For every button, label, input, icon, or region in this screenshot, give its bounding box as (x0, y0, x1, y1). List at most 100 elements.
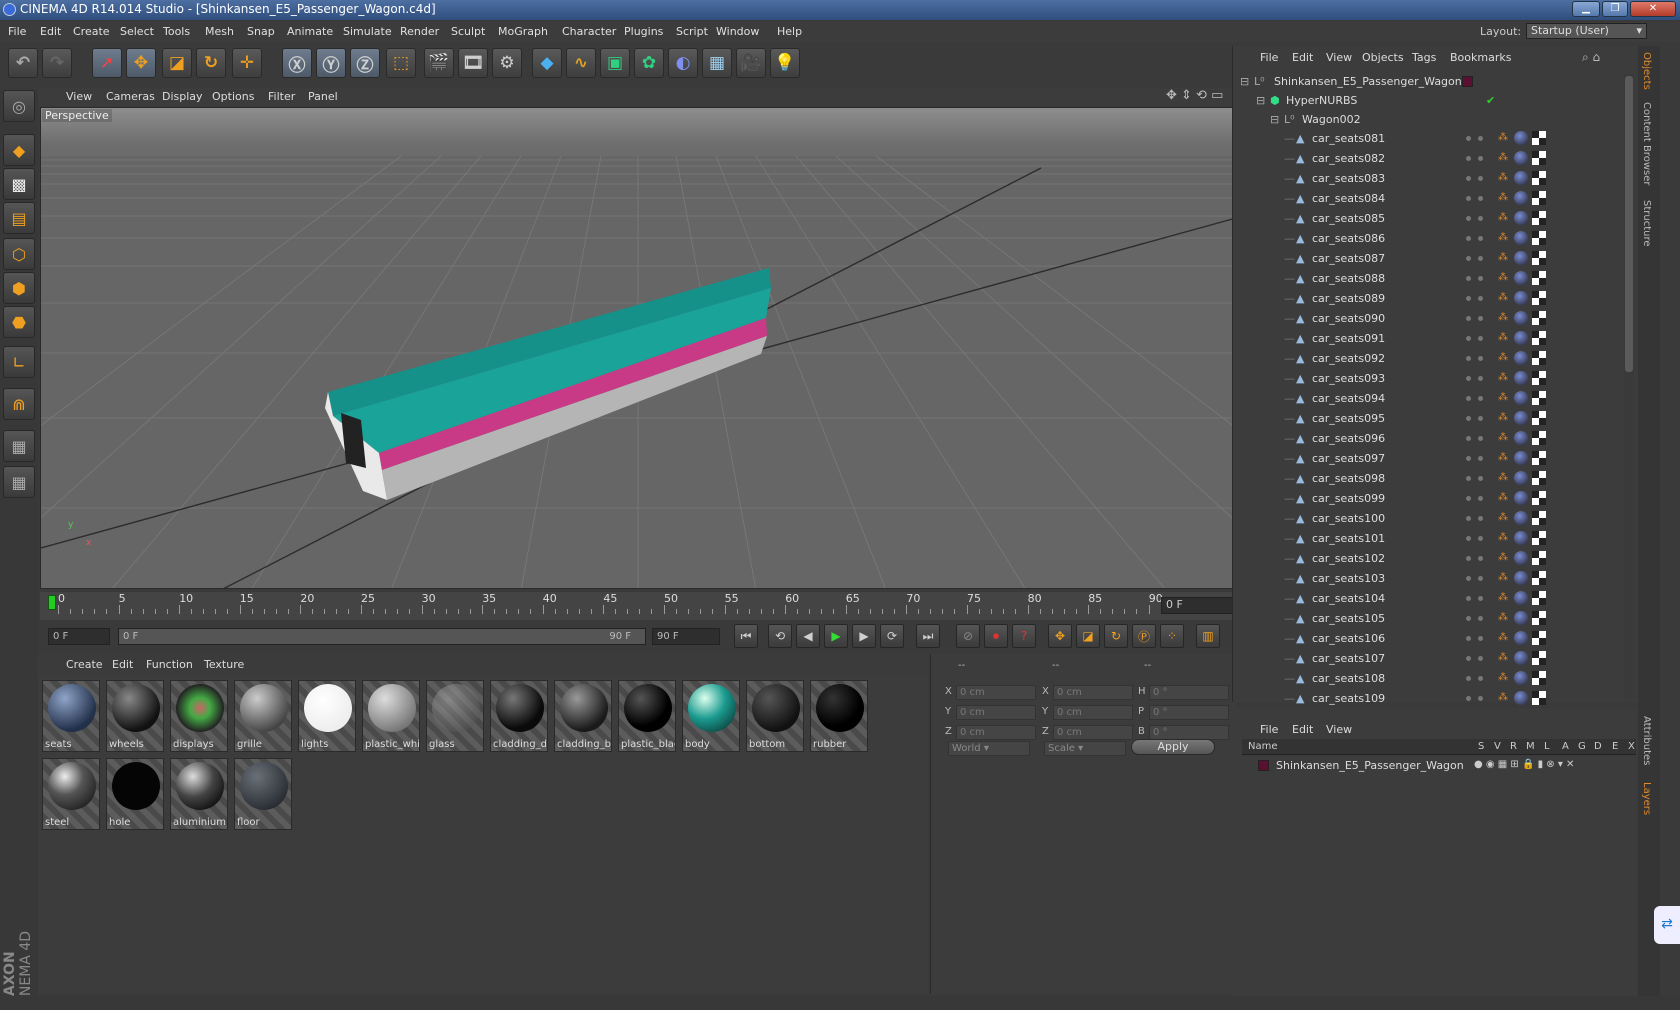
material-tag-icon[interactable] (1514, 571, 1528, 585)
editor-visibility-dot[interactable] (1466, 656, 1471, 661)
tree-row-object[interactable]: — ▲ car_seats092 ⁂ (1234, 349, 1622, 368)
texture-tag-icon[interactable] (1532, 131, 1546, 145)
coord-rotation-field[interactable]: 0 ° (1149, 725, 1229, 740)
phong-tag-icon[interactable]: ⁂ (1498, 612, 1510, 624)
layer-menu-file[interactable]: File (1260, 723, 1278, 736)
layout-select[interactable]: Startup (User) ▾ (1526, 23, 1647, 39)
material-tag-icon[interactable] (1514, 131, 1528, 145)
mat-menu-texture[interactable]: Texture (204, 658, 244, 671)
phong-tag-icon[interactable]: ⁂ (1498, 632, 1510, 644)
render-visibility-dot[interactable] (1478, 276, 1483, 281)
menu-character[interactable]: Character (562, 25, 616, 38)
coord-position-field[interactable]: 0 cm (956, 685, 1036, 700)
material-tag-icon[interactable] (1514, 271, 1528, 285)
phong-tag-icon[interactable]: ⁂ (1498, 452, 1510, 464)
render-picture-viewer-icon[interactable]: 🎞 (458, 48, 488, 78)
phong-tag-icon[interactable]: ⁂ (1498, 292, 1510, 304)
material-swatch[interactable]: seats (42, 680, 100, 752)
mat-menu-create[interactable]: Create (66, 658, 103, 671)
edges-mode-icon[interactable]: ⬢ (3, 272, 35, 304)
material-swatch[interactable]: plastic_blac (618, 680, 676, 752)
menu-script[interactable]: Script (676, 25, 708, 38)
phong-tag-icon[interactable]: ⁂ (1498, 152, 1510, 164)
tree-row-object[interactable]: — ▲ car_seats105 ⁂ (1234, 609, 1622, 628)
tree-row-object[interactable]: — ▲ car_seats091 ⁂ (1234, 329, 1622, 348)
tree-row-object[interactable]: — ▲ car_seats097 ⁂ (1234, 449, 1622, 468)
phong-tag-icon[interactable]: ⁂ (1498, 212, 1510, 224)
teamviewer-icon[interactable]: ⇄ (1654, 906, 1680, 944)
phong-tag-icon[interactable]: ⁂ (1498, 412, 1510, 424)
texture-tag-icon[interactable] (1532, 431, 1546, 445)
tab-layers[interactable]: Layers (1641, 782, 1652, 815)
editor-visibility-dot[interactable] (1466, 156, 1471, 161)
material-swatch[interactable]: hole (106, 758, 164, 830)
editor-visibility-dot[interactable] (1466, 396, 1471, 401)
phong-tag-icon[interactable]: ⁂ (1498, 512, 1510, 524)
material-tag-icon[interactable] (1514, 511, 1528, 525)
editor-visibility-dot[interactable] (1466, 136, 1471, 141)
apply-button[interactable]: Apply (1131, 739, 1215, 755)
material-tag-icon[interactable] (1514, 391, 1528, 405)
texture-tag-icon[interactable] (1532, 551, 1546, 565)
start-frame-field[interactable]: 0 F (48, 628, 110, 645)
texture-tag-icon[interactable] (1532, 411, 1546, 425)
material-swatch[interactable]: floor (234, 758, 292, 830)
menu-simulate[interactable]: Simulate (343, 25, 392, 38)
texture-tag-icon[interactable] (1532, 291, 1546, 305)
planar-workplane-icon[interactable]: ▦ (3, 466, 35, 498)
tree-row-object[interactable]: — ▲ car_seats100 ⁂ (1234, 509, 1622, 528)
material-tag-icon[interactable] (1514, 211, 1528, 225)
render-visibility-dot[interactable] (1478, 476, 1483, 481)
texture-tag-icon[interactable] (1532, 691, 1546, 705)
tree-row-root[interactable]: ⊟ L⁰ Shinkansen_E5_Passenger_Wagon (1234, 72, 1622, 91)
tree-row-object[interactable]: — ▲ car_seats089 ⁂ (1234, 289, 1622, 308)
layer-column-x[interactable]: X (1628, 741, 1635, 752)
coord-position-field[interactable]: 0 cm (956, 705, 1036, 720)
phong-tag-icon[interactable]: ⁂ (1498, 132, 1510, 144)
material-tag-icon[interactable] (1514, 171, 1528, 185)
obj-menu-edit[interactable]: Edit (1292, 51, 1313, 64)
layer-column-r[interactable]: R (1510, 741, 1517, 752)
tree-row-object[interactable]: — ▲ car_seats104 ⁂ (1234, 589, 1622, 608)
tree-row-object[interactable]: — ▲ car_seats083 ⁂ (1234, 169, 1622, 188)
key-rotation-icon[interactable]: ↻ (1104, 624, 1128, 648)
material-tag-icon[interactable] (1514, 191, 1528, 205)
editor-visibility-dot[interactable] (1466, 516, 1471, 521)
vp-menu-options[interactable]: Options (212, 90, 254, 103)
texture-tag-icon[interactable] (1532, 531, 1546, 545)
viewport-nav-icons[interactable]: ✥ ⇕ ⟲ ▭ (1166, 88, 1223, 103)
render-visibility-dot[interactable] (1478, 456, 1483, 461)
menu-file[interactable]: File (8, 25, 26, 38)
model-mode-icon[interactable]: ◆ (3, 134, 35, 166)
editor-visibility-dot[interactable] (1466, 556, 1471, 561)
vp-menu-view[interactable]: View (66, 90, 92, 103)
snap-icon[interactable]: ⋒ (3, 388, 35, 420)
menu-sculpt[interactable]: Sculpt (451, 25, 485, 38)
mat-menu-function[interactable]: Function (146, 658, 193, 671)
close-button[interactable]: ✕ (1630, 1, 1676, 17)
menu-select[interactable]: Select (120, 25, 154, 38)
play-icon[interactable]: ▶ (824, 624, 848, 648)
scale-icon[interactable]: ◪ (162, 48, 192, 78)
rotate-icon[interactable]: ↻ (196, 48, 226, 78)
render-settings-icon[interactable]: ⚙ (492, 48, 522, 78)
coord-position-field[interactable]: 0 cm (956, 725, 1036, 740)
material-tag-icon[interactable] (1514, 531, 1528, 545)
search-icon[interactable]: ⌕ ⌂ (1582, 50, 1600, 65)
phong-tag-icon[interactable]: ⁂ (1498, 472, 1510, 484)
material-tag-icon[interactable] (1514, 411, 1528, 425)
vp-menu-display[interactable]: Display (162, 90, 203, 103)
menu-mesh[interactable]: Mesh (205, 25, 234, 38)
texture-tag-icon[interactable] (1532, 371, 1546, 385)
texture-tag-icon[interactable] (1532, 451, 1546, 465)
key-scale-icon[interactable]: ◪ (1076, 624, 1100, 648)
menu-help[interactable]: Help (777, 25, 802, 38)
render-visibility-dot[interactable] (1478, 556, 1483, 561)
editor-visibility-dot[interactable] (1466, 536, 1471, 541)
render-visibility-dot[interactable] (1478, 316, 1483, 321)
layer-flags-icons[interactable]: ● ◉ ▦ ⊞ 🔒 ▮ ⊗ ▾ ✕ (1474, 759, 1574, 770)
layer-column-s[interactable]: S (1478, 741, 1484, 752)
record-icon[interactable]: ⊘ (956, 624, 980, 648)
tree-row-object[interactable]: — ▲ car_seats096 ⁂ (1234, 429, 1622, 448)
editor-visibility-dot[interactable] (1466, 696, 1471, 701)
